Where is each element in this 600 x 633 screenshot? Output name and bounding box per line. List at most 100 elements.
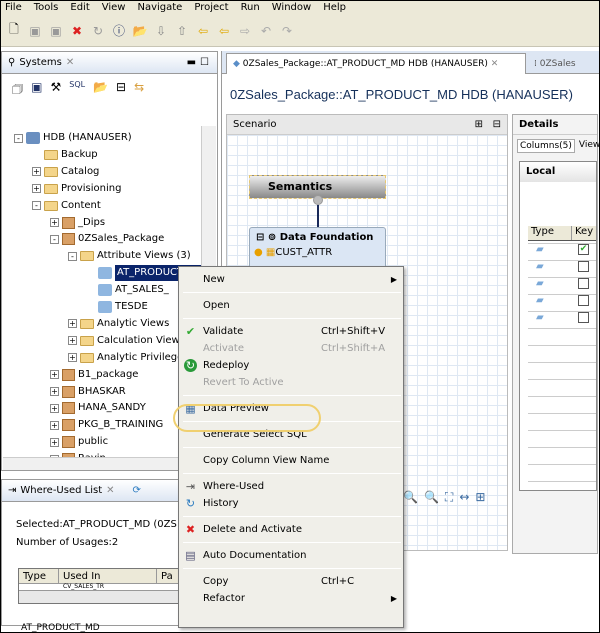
expand-icon[interactable]: + xyxy=(68,353,77,363)
expand-icon[interactable]: + xyxy=(50,218,59,227)
menu-view[interactable]: View xyxy=(102,1,126,15)
expand-icon[interactable]: + xyxy=(68,319,77,329)
maximize-icon[interactable]: ☐ xyxy=(200,57,209,68)
tree-item[interactable]: + Provisioning xyxy=(32,181,121,197)
menu-item-where-used[interactable]: ⇥ Where-Used xyxy=(179,478,403,495)
expand-icon[interactable]: + xyxy=(50,420,59,430)
collapse-icon[interactable]: - xyxy=(14,133,23,143)
collapse-icon[interactable]: - xyxy=(68,251,77,261)
tree-item[interactable]: + public xyxy=(50,434,108,450)
tools-icon[interactable]: ⚒ xyxy=(50,80,61,101)
layout-icon[interactable]: ⊞ xyxy=(475,490,485,505)
tree-item[interactable]: Backup xyxy=(32,147,98,163)
key-checkbox[interactable] xyxy=(578,295,589,306)
menu-edit[interactable]: Edit xyxy=(70,1,89,15)
close-icon[interactable]: ✕ xyxy=(106,485,114,496)
monitor-icon[interactable]: ▣ xyxy=(31,80,42,101)
tree-item[interactable]: TESDE xyxy=(86,299,148,315)
add-system-icon[interactable]: 🗇 xyxy=(12,80,23,101)
key-checkbox[interactable] xyxy=(578,312,589,323)
tree-item[interactable]: + _Dips xyxy=(50,215,105,231)
tree-item[interactable]: + PKG_B_TRAINING xyxy=(50,417,163,433)
prev-annotation-icon[interactable]: ⇧ xyxy=(175,24,189,38)
last-edit-icon[interactable]: ⇦ xyxy=(196,24,210,38)
tree-item[interactable]: + Analytic Privileges xyxy=(68,350,188,366)
tree-item[interactable]: + BHASKAR xyxy=(50,384,126,400)
collapse-icon[interactable]: ⊟ xyxy=(116,80,126,101)
table-row[interactable]: ▰ xyxy=(528,292,596,309)
tree-item[interactable]: + HANA_SANDY xyxy=(50,400,146,416)
column-header-type[interactable]: Type xyxy=(19,569,59,583)
tree-item[interactable]: - Content xyxy=(32,198,101,214)
editor-tab-active[interactable]: ◆ 0ZSales_Package::AT_PRODUCT_MD HDB (HA… xyxy=(226,53,526,74)
tab-view[interactable]: View xyxy=(577,139,600,153)
menu-project[interactable]: Project xyxy=(194,1,228,15)
tree-item[interactable]: - HDB (HANAUSER) xyxy=(14,130,132,146)
expand-icon[interactable]: + xyxy=(50,387,59,396)
editor-tab-2[interactable]: ⁞ 0ZSales xyxy=(534,55,576,73)
refresh-icon[interactable]: ⟳ xyxy=(133,485,141,496)
tree-item[interactable]: + B1_package xyxy=(50,367,138,383)
expand-icon[interactable]: + xyxy=(32,184,41,194)
menu-item-auto-documentation[interactable]: ▤ Auto Documentation xyxy=(179,547,403,564)
next-annotation-icon[interactable]: ⇩ xyxy=(154,24,168,38)
column-header-used-in[interactable]: Used In xyxy=(59,569,157,583)
tree-item[interactable]: AT_SALES_ xyxy=(86,282,169,298)
tab-columns[interactable]: Columns(5) xyxy=(517,139,575,153)
menu-run[interactable]: Run xyxy=(241,1,260,15)
menu-item-copy-column-view-name[interactable]: Copy Column View Name xyxy=(179,452,403,469)
tree-item[interactable]: + Analytic Views xyxy=(68,316,169,332)
undo-icon[interactable]: ↶ xyxy=(259,24,273,38)
key-checkbox[interactable] xyxy=(578,278,589,289)
refresh-icon[interactable]: ↻ xyxy=(91,24,105,38)
menu-item-copy[interactable]: Copy Ctrl+C xyxy=(179,573,403,590)
new-icon[interactable]: 🗋 xyxy=(7,22,21,38)
menu-item-new[interactable]: New ▶ xyxy=(179,271,403,288)
zoom-out-icon[interactable]: 🔍 xyxy=(403,490,418,505)
table-row[interactable]: ▰ xyxy=(528,309,596,326)
menu-help[interactable]: Help xyxy=(323,1,346,15)
delete-icon[interactable]: ✖ xyxy=(70,24,84,38)
close-icon[interactable]: ✕ xyxy=(491,59,499,69)
collapse-icon[interactable]: - xyxy=(32,201,41,211)
menu-item-delete-and-activate[interactable]: ✖ Delete and Activate xyxy=(179,521,403,538)
menu-navigate[interactable]: Navigate xyxy=(137,1,182,15)
close-icon[interactable]: ✕ xyxy=(66,57,74,68)
link-icon[interactable]: ⇆ xyxy=(134,80,144,101)
column-header-package[interactable]: Pa xyxy=(157,569,173,583)
menu-tools[interactable]: Tools xyxy=(34,1,59,15)
key-checkbox[interactable]: ✔ xyxy=(578,244,589,255)
column-header-type[interactable]: Type xyxy=(528,226,572,240)
expand-icon[interactable]: + xyxy=(50,370,59,380)
tree-item[interactable]: + Catalog xyxy=(32,164,99,180)
menu-item-refactor[interactable]: Refactor ▶ xyxy=(179,590,403,607)
tree-item[interactable]: + Calculation Views xyxy=(68,333,185,349)
help-icon[interactable]: ⓘ xyxy=(112,24,126,38)
forward-icon[interactable]: ⇨ xyxy=(238,24,252,38)
table-row[interactable]: ▰ xyxy=(528,275,596,292)
expand-icon[interactable]: + xyxy=(32,167,41,177)
menu-file[interactable]: File xyxy=(5,1,22,15)
save-icon[interactable]: ▣ xyxy=(28,24,42,38)
key-checkbox[interactable] xyxy=(578,261,589,272)
menu-window[interactable]: Window xyxy=(272,1,311,15)
expand-icon[interactable]: + xyxy=(68,336,77,346)
table-row[interactable]: ▰ ✔ xyxy=(528,241,596,258)
back-icon[interactable]: ⇦ xyxy=(217,24,231,38)
expand-icon[interactable]: + xyxy=(50,403,59,413)
fit-icon[interactable]: ⛶ xyxy=(445,490,453,505)
collapse-icon[interactable]: - xyxy=(50,234,59,244)
fit-width-icon[interactable]: ↔ xyxy=(459,490,469,505)
menu-item-history[interactable]: ↻ History xyxy=(179,495,403,512)
expand-icon[interactable]: + xyxy=(50,437,59,447)
expand-all-icon[interactable]: ⊞ xyxy=(475,115,483,135)
menu-item-redeploy[interactable]: ↻ Redeploy xyxy=(179,357,403,374)
save-all-icon[interactable]: ▣ xyxy=(49,24,63,38)
tree-item[interactable]: - Attribute Views (3) xyxy=(68,248,191,264)
collapse-icon[interactable]: ⊟ ⊚ xyxy=(256,232,280,243)
column-header-key[interactable]: Key xyxy=(572,226,593,240)
menu-item-validate[interactable]: ✔ Validate Ctrl+Shift+V xyxy=(179,323,403,340)
systems-tab[interactable]: ⚲ Systems ✕ ▬ ☐ xyxy=(2,52,217,74)
collapse-all-icon[interactable]: ⊟ xyxy=(493,115,501,135)
zoom-in-icon[interactable]: 🔍 xyxy=(424,490,439,505)
